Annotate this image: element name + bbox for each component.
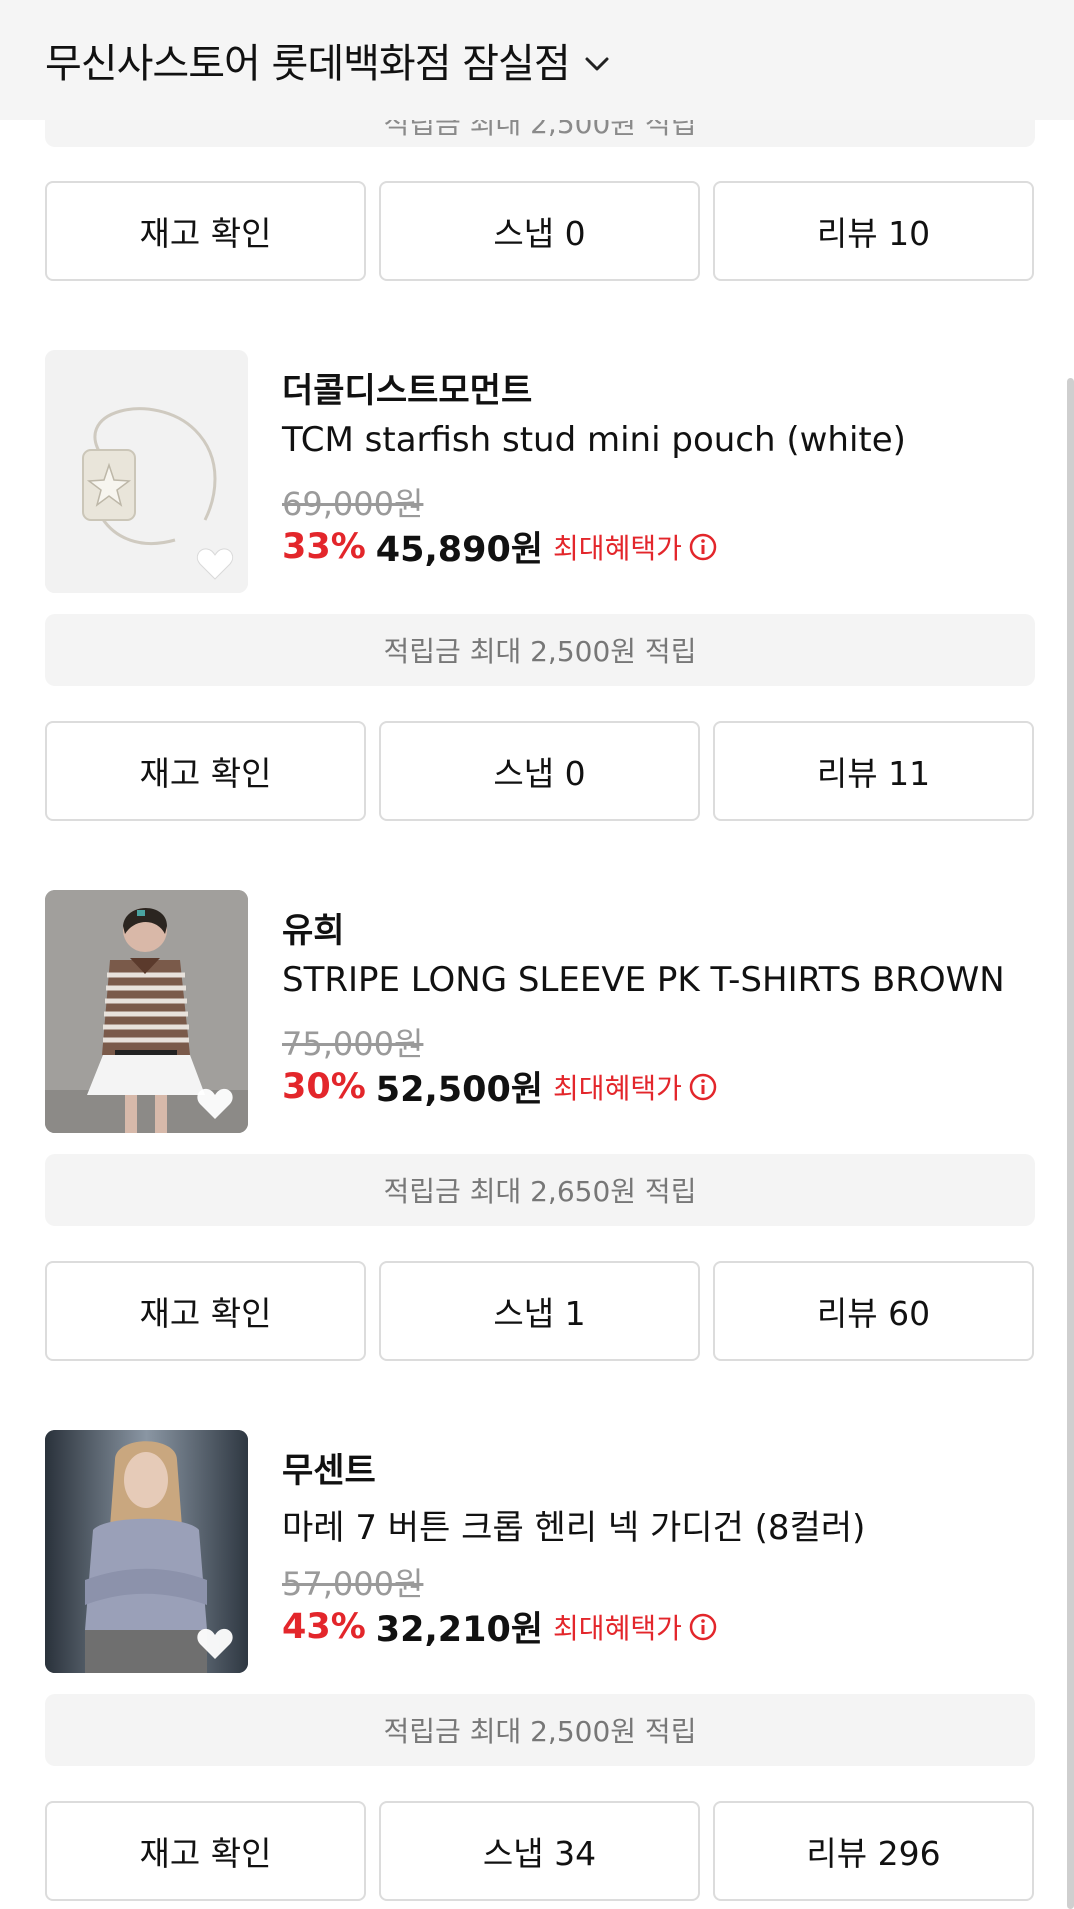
action-buttons: 재고 확인 스냅 0 리뷰 10 xyxy=(45,181,1035,281)
review-button[interactable]: 리뷰 296 xyxy=(713,1801,1034,1901)
product-image[interactable] xyxy=(45,890,248,1133)
stock-check-button[interactable]: 재고 확인 xyxy=(45,1801,366,1901)
review-button[interactable]: 리뷰 11 xyxy=(713,721,1034,821)
stock-check-button[interactable]: 재고 확인 xyxy=(45,1261,366,1361)
action-buttons: 재고 확인 스냅 1 리뷰 60 xyxy=(45,1261,1035,1361)
store-header[interactable]: 무신사스토어 롯데백화점 잠실점 xyxy=(0,0,1074,120)
snap-button[interactable]: 스냅 34 xyxy=(379,1801,700,1901)
sale-price: 52,500원 xyxy=(375,1070,544,1110)
max-benefit-label[interactable]: 최대혜택가 xyxy=(553,1067,682,1107)
sale-price: 32,210원 xyxy=(375,1610,544,1650)
action-buttons: 재고 확인 스냅 0 리뷰 11 xyxy=(45,721,1035,821)
max-benefit-label[interactable]: 최대혜택가 xyxy=(553,1607,682,1647)
product-name[interactable]: STRIPE LONG SLEEVE PK T-SHIRTS BROWN xyxy=(282,960,1005,1000)
discount-rate: 30% xyxy=(282,1066,366,1107)
original-price: 57,000원 xyxy=(282,1565,424,1603)
heart-icon[interactable] xyxy=(196,1627,234,1661)
max-benefit-label[interactable]: 최대혜택가 xyxy=(553,527,682,567)
brand-name[interactable]: 무센트 xyxy=(282,1443,376,1492)
review-button[interactable]: 리뷰 60 xyxy=(713,1261,1034,1361)
points-banner: 적립금 최대 2,650원 적립 xyxy=(45,1154,1035,1226)
stock-check-button[interactable]: 재고 확인 xyxy=(45,181,366,281)
snap-button[interactable]: 스냅 0 xyxy=(379,721,700,821)
product-name[interactable]: 마레 7 버튼 크롭 헨리 넥 가디건 (8컬러) xyxy=(282,1500,865,1549)
heart-icon[interactable] xyxy=(196,547,234,581)
price-line: 33% 45,890원 최대혜택가 xyxy=(282,521,718,572)
info-icon[interactable] xyxy=(688,532,718,562)
original-price: 75,000원 xyxy=(282,1025,424,1063)
stock-check-button[interactable]: 재고 확인 xyxy=(45,721,366,821)
discount-rate: 43% xyxy=(282,1606,366,1647)
price-line: 43% 32,210원 최대혜택가 xyxy=(282,1601,718,1652)
sale-price: 45,890원 xyxy=(375,530,544,570)
snap-button[interactable]: 스냅 1 xyxy=(379,1261,700,1361)
points-banner: 적립금 최대 2,500원 적립 xyxy=(45,614,1035,686)
points-banner: 적립금 최대 2,500원 적립 xyxy=(45,1694,1035,1766)
info-icon[interactable] xyxy=(688,1072,718,1102)
brand-name[interactable]: 유희 xyxy=(282,903,345,952)
price-line: 30% 52,500원 최대혜택가 xyxy=(282,1061,718,1112)
discount-rate: 33% xyxy=(282,526,366,567)
store-title[interactable]: 무신사스토어 롯데백화점 잠실점 xyxy=(45,31,571,89)
chevron-down-icon[interactable] xyxy=(584,55,610,73)
product-image[interactable] xyxy=(45,1430,248,1673)
product-name[interactable]: TCM starfish stud mini pouch (white) xyxy=(282,420,906,460)
review-button[interactable]: 리뷰 10 xyxy=(713,181,1034,281)
product-image[interactable] xyxy=(45,350,248,593)
original-price: 69,000원 xyxy=(282,485,424,523)
snap-button[interactable]: 스냅 0 xyxy=(379,181,700,281)
heart-icon[interactable] xyxy=(196,1087,234,1121)
brand-name[interactable]: 더콜디스트모먼트 xyxy=(282,363,532,412)
info-icon[interactable] xyxy=(688,1612,718,1642)
scrollbar[interactable] xyxy=(1067,378,1074,1909)
action-buttons: 재고 확인 스냅 34 리뷰 296 xyxy=(45,1801,1035,1901)
